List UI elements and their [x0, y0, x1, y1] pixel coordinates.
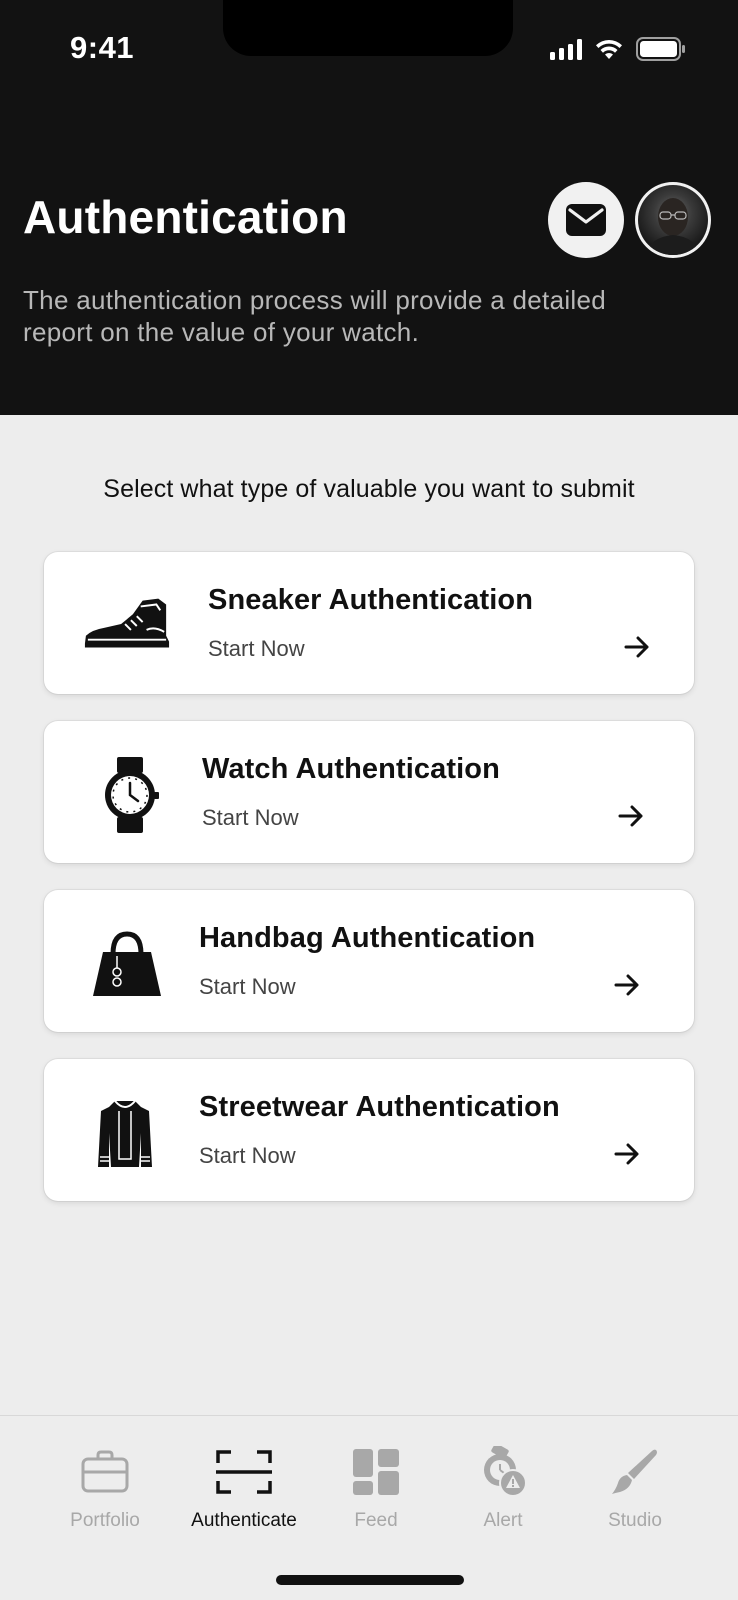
arrow-right-icon: [618, 805, 643, 827]
tab-label: Feed: [354, 1510, 398, 1531]
tab-label: Portfolio: [70, 1510, 140, 1531]
tab-feed[interactable]: Feed: [316, 1446, 436, 1532]
home-indicator: [276, 1575, 464, 1585]
tab-alert[interactable]: Alert: [443, 1446, 563, 1532]
brush-icon: [575, 1446, 695, 1498]
grid-icon: [316, 1446, 436, 1498]
tab-authenticate[interactable]: Authenticate: [184, 1446, 304, 1532]
card-action-label: Start Now: [202, 805, 299, 830]
card-action-label: Start Now: [199, 1143, 296, 1168]
battery-icon: [636, 37, 686, 61]
sneaker-authentication-card[interactable]: Sneaker Authentication Start Now: [44, 552, 694, 694]
watch-authentication-card[interactable]: Watch Authentication Start Now: [44, 721, 694, 863]
user-avatar[interactable]: [635, 182, 711, 258]
arrow-right-icon: [614, 974, 639, 996]
jacket-icon: [80, 1095, 170, 1171]
page-title: Authentication: [23, 191, 348, 243]
streetwear-authentication-card[interactable]: Streetwear Authentication Start Now: [44, 1059, 694, 1201]
arrow-right-icon: [614, 1143, 639, 1165]
status-icons: [550, 36, 686, 62]
scan-icon: [184, 1446, 304, 1498]
sneaker-icon: [82, 588, 172, 664]
card-action-label: Start Now: [199, 974, 296, 999]
tab-label: Studio: [608, 1510, 662, 1531]
watch-alert-icon: [443, 1446, 563, 1498]
card-action-label: Start Now: [208, 636, 305, 661]
device-notch: [223, 0, 513, 56]
avatar-photo: [638, 185, 708, 255]
handbag-icon: [82, 926, 172, 1002]
tab-portfolio[interactable]: Portfolio: [45, 1446, 165, 1532]
select-prompt: Select what type of valuable you want to…: [103, 475, 635, 503]
card-title: Handbag Authentication: [199, 922, 536, 954]
tab-label: Alert: [483, 1510, 523, 1531]
header: 9:41 Authentication The authentication p…: [0, 0, 738, 415]
signal-icon: [550, 38, 582, 60]
arrow-right-icon: [624, 636, 649, 658]
card-title: Sneaker Authentication: [208, 584, 534, 616]
tab-label: Authenticate: [191, 1510, 297, 1531]
card-title: Streetwear Authentication: [199, 1091, 560, 1123]
briefcase-icon: [45, 1446, 165, 1498]
handbag-authentication-card[interactable]: Handbag Authentication Start Now: [44, 890, 694, 1032]
wifi-icon: [594, 38, 624, 60]
header-description: The authentication process will provide …: [23, 285, 607, 347]
status-time: 9:41: [70, 30, 135, 65]
messages-button[interactable]: [548, 182, 624, 258]
mail-icon: [566, 204, 606, 236]
bottom-tab-bar: Portfolio Authenticate Feed Alert Studio: [0, 1415, 738, 1600]
watch-icon: [85, 757, 175, 833]
tab-studio[interactable]: Studio: [575, 1446, 695, 1532]
card-title: Watch Authentication: [202, 753, 500, 785]
